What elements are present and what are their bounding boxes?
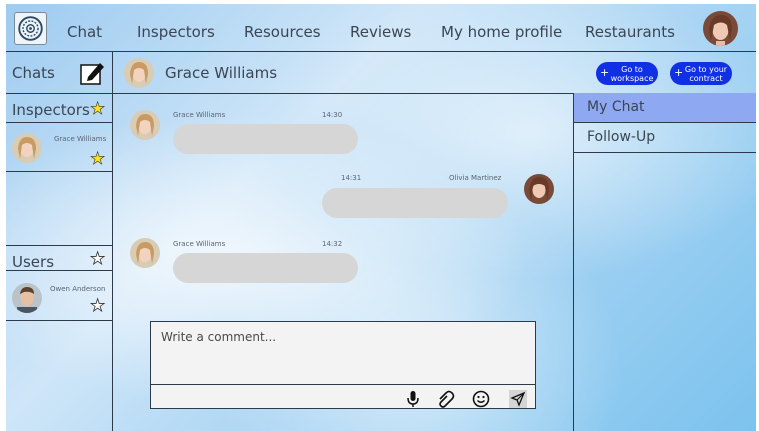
chat-contact-name: Grace Williams bbox=[165, 64, 278, 82]
message-avatar bbox=[524, 174, 554, 204]
users-label: Users bbox=[12, 253, 55, 271]
nav-inspectors[interactable]: Inspectors bbox=[137, 23, 215, 41]
message-time: 14:32 bbox=[322, 240, 343, 248]
plus-icon: + bbox=[600, 66, 610, 79]
profile-avatar[interactable] bbox=[703, 11, 738, 46]
go-to-contract-button[interactable]: + Go to your contract bbox=[670, 62, 732, 85]
divider bbox=[6, 93, 113, 94]
comment-composer bbox=[150, 321, 536, 409]
emoji-icon[interactable] bbox=[472, 390, 490, 408]
inspectors-label: Inspectors bbox=[12, 101, 90, 119]
inspector-name[interactable]: Grace Williams bbox=[54, 135, 106, 143]
plus-icon: + bbox=[674, 66, 684, 79]
right-panel: My Chat Follow-Up bbox=[573, 93, 756, 431]
message-bubble bbox=[322, 188, 508, 218]
left-sidebar: Chats Inspectors ★ Grace Williams ★ User… bbox=[6, 52, 113, 431]
divider bbox=[6, 122, 113, 123]
star-outline-icon[interactable]: ★ bbox=[90, 250, 106, 268]
message-avatar bbox=[130, 238, 160, 268]
comment-input[interactable] bbox=[151, 322, 535, 385]
nav-my-home-profile[interactable]: My home profile bbox=[441, 23, 562, 41]
divider bbox=[6, 245, 113, 246]
star-icon[interactable]: ★ bbox=[90, 100, 106, 118]
message-bubble bbox=[173, 124, 358, 154]
divider bbox=[6, 171, 113, 172]
chats-label: Chats bbox=[12, 64, 55, 82]
user-avatar[interactable] bbox=[12, 283, 42, 313]
message-time: 14:31 bbox=[341, 174, 362, 182]
send-icon[interactable] bbox=[509, 390, 527, 408]
go-to-workspace-button[interactable]: + Go to workspace bbox=[596, 62, 658, 85]
tab-my-chat[interactable]: My Chat bbox=[574, 93, 756, 123]
star-outline-icon[interactable]: ★ bbox=[90, 297, 106, 315]
divider bbox=[6, 270, 113, 271]
nav-reviews[interactable]: Reviews bbox=[350, 23, 411, 41]
message-sender: Grace Williams bbox=[173, 111, 226, 119]
contact-avatar[interactable] bbox=[124, 58, 154, 88]
compose-icon[interactable] bbox=[80, 60, 106, 86]
logo-icon[interactable] bbox=[14, 12, 47, 45]
nav-restaurants[interactable]: Restaurants bbox=[585, 23, 675, 41]
star-icon[interactable]: ★ bbox=[90, 150, 106, 168]
message-bubble bbox=[173, 253, 358, 283]
nav-chat[interactable]: Chat bbox=[67, 23, 102, 41]
top-navigation: Chat Inspectors Resources Reviews My hom… bbox=[6, 4, 756, 52]
inspector-avatar[interactable] bbox=[12, 133, 42, 163]
user-name[interactable]: Owen Anderson bbox=[50, 285, 105, 293]
nav-resources[interactable]: Resources bbox=[244, 23, 321, 41]
app-window: Chat Inspectors Resources Reviews My hom… bbox=[6, 4, 756, 431]
divider bbox=[6, 320, 113, 321]
message-avatar bbox=[130, 110, 160, 140]
message-sender: Olivia Martinez bbox=[449, 174, 502, 182]
tab-follow-up[interactable]: Follow-Up bbox=[574, 123, 756, 153]
attachment-icon[interactable] bbox=[437, 390, 455, 408]
message-sender: Grace Williams bbox=[173, 240, 226, 248]
microphone-icon[interactable] bbox=[404, 390, 422, 408]
message-time: 14:30 bbox=[322, 111, 343, 119]
